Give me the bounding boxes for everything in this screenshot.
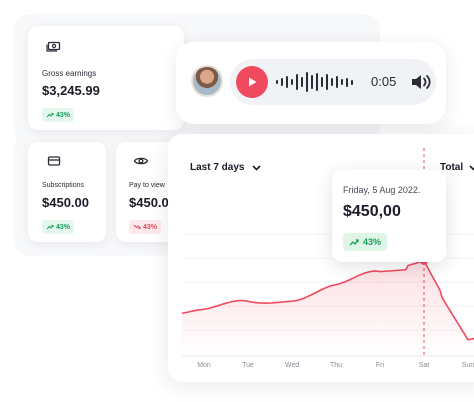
gross-earnings-label: Gross earnings — [42, 69, 97, 78]
pay-to-view-change-badge: 43% — [129, 220, 162, 234]
x-axis-labels: Mon Tue Wed Thu Fri Sat Sun — [197, 362, 474, 369]
x-tick-label: Tue — [242, 362, 254, 369]
x-tick-label: Fri — [376, 362, 385, 369]
eye-icon — [133, 157, 149, 165]
money-icon — [46, 41, 61, 52]
avatar — [191, 65, 223, 97]
trend-up-icon — [349, 239, 359, 246]
earnings-chart-card: Mon Tue Wed Thu Fri Sat Sun Last 7 days Total … — [168, 134, 474, 382]
x-tick-label: Sun — [462, 362, 474, 369]
x-tick-label: Sat — [419, 362, 430, 369]
gross-change-badge: 43% — [42, 108, 75, 122]
x-tick-label: Thu — [330, 362, 342, 369]
gross-change-value: 43% — [56, 111, 71, 119]
series-area — [182, 260, 474, 356]
audio-player: 0:05 — [176, 42, 446, 124]
range-dropdown[interactable]: Last 7 days — [190, 162, 262, 173]
subscriptions-card[interactable]: Subscriptions $450.00 43% — [28, 142, 106, 242]
subscriptions-change-badge: 43% — [42, 220, 75, 234]
subscriptions-label: Subscriptions — [42, 182, 85, 189]
trend-up-icon — [46, 113, 54, 118]
gross-earnings-value: $3,245.99 — [42, 83, 100, 98]
pay-to-view-label: Pay to view — [129, 182, 165, 189]
chevron-down-icon — [469, 164, 474, 171]
subscriptions-value: $450.00 — [42, 195, 89, 210]
volume-icon[interactable] — [410, 72, 432, 92]
tooltip-date: Friday, 5 Aug 2022. — [343, 185, 421, 195]
tooltip-change-value: 43% — [363, 237, 382, 247]
card-icon — [47, 156, 61, 166]
audio-time: 0:05 — [371, 74, 397, 89]
total-dropdown[interactable]: Total — [440, 162, 474, 173]
audio-controls: 0:05 — [230, 59, 436, 105]
trend-up-icon — [46, 225, 54, 230]
trend-down-icon — [133, 224, 141, 229]
play-icon — [249, 77, 257, 87]
tooltip-change-badge: 43% — [343, 233, 388, 251]
play-button[interactable] — [236, 66, 268, 98]
total-label: Total — [440, 162, 464, 173]
pay-to-view-change-value: 43% — [143, 223, 158, 231]
tooltip-value: $450,00 — [343, 203, 401, 220]
x-tick-label: Mon — [197, 362, 211, 369]
gross-earnings-card[interactable]: Gross earnings $3,245.99 43% — [28, 26, 184, 130]
chevron-down-icon — [252, 164, 262, 171]
chart-tooltip: Friday, 5 Aug 2022. $450,00 43% — [332, 170, 446, 262]
range-label: Last 7 days — [190, 162, 245, 173]
x-tick-label: Wed — [285, 362, 299, 369]
audio-waveform[interactable] — [276, 68, 353, 96]
subscriptions-change-value: 43% — [56, 223, 71, 231]
